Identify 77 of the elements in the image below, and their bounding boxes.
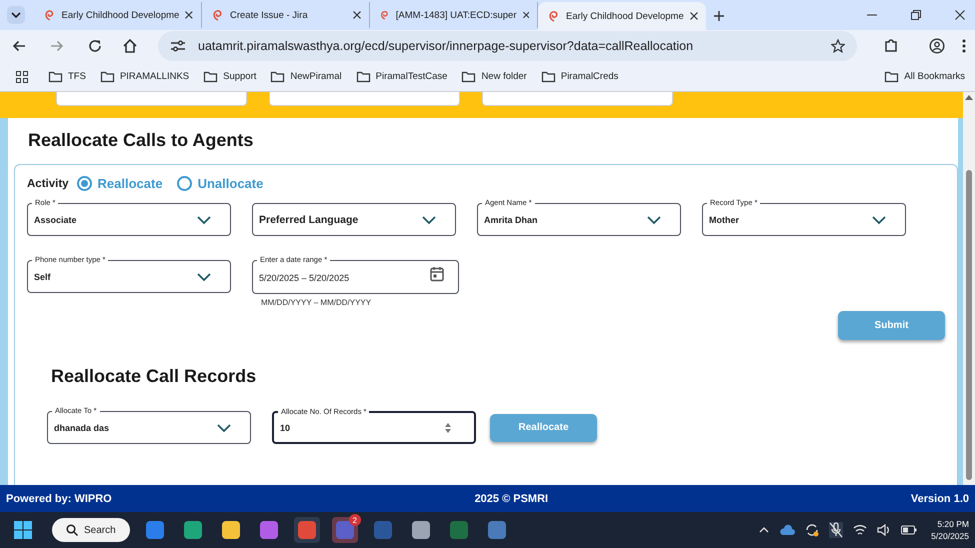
- tab-list-icon[interactable]: [6, 5, 26, 25]
- reload-icon[interactable]: [88, 39, 102, 53]
- extensions-icon[interactable]: [883, 38, 899, 54]
- more-menu-icon[interactable]: [961, 38, 967, 54]
- close-icon[interactable]: [522, 11, 529, 19]
- bookmark-label: PiramalTestCase: [376, 71, 448, 82]
- chevron-down-icon: [871, 214, 887, 226]
- close-icon[interactable]: [185, 11, 193, 19]
- browser-tab[interactable]: Create Issue - Jira: [202, 2, 370, 28]
- address-bar[interactable]: uatamrit.piramalswasthya.org/ecd/supervisor/innerpage-supervisor?data=callReallocation: [158, 31, 857, 61]
- bookmark-label: TFS: [68, 71, 86, 82]
- clock-time: 5:20 PM: [937, 518, 969, 530]
- cloud-icon[interactable]: [779, 524, 796, 536]
- bookmark-label: New folder: [481, 71, 527, 82]
- url-text: uatamrit.piramalswasthya.org/ecd/supervisor/innerpage-supervisor?data=callReallocation: [198, 39, 694, 53]
- bookmark-folder[interactable]: PiramalCreds: [540, 69, 618, 84]
- date-format-hint: MM/DD/YYYY – MM/DD/YYYY: [261, 298, 372, 307]
- chevron-down-icon: [646, 214, 662, 226]
- chevron-down-icon: [216, 422, 232, 434]
- plus-icon[interactable]: [714, 11, 724, 21]
- start-icon[interactable]: [14, 521, 32, 539]
- select-field[interactable]: Preferred Language: [252, 203, 456, 236]
- restore-icon[interactable]: [911, 10, 921, 20]
- wifi-icon[interactable]: [853, 524, 868, 536]
- microphone-muted-icon[interactable]: [829, 522, 844, 538]
- search-icon: [66, 524, 78, 536]
- battery-icon[interactable]: [901, 525, 918, 535]
- spiral-icon: [212, 9, 224, 21]
- spiral-icon: [548, 10, 560, 22]
- notification-badge: 2: [348, 514, 361, 526]
- bookmark-label: PiramalCreds: [560, 71, 618, 82]
- browser-tab[interactable]: Early Childhood Developme: [34, 2, 202, 28]
- calendar-icon[interactable]: [430, 266, 444, 282]
- version-text: Version 1.0: [910, 492, 969, 504]
- chevron-up-icon[interactable]: [759, 527, 770, 533]
- spiral-icon: [380, 9, 390, 21]
- close-icon[interactable]: [690, 12, 698, 20]
- speaker-icon[interactable]: [877, 524, 892, 536]
- sync-icon[interactable]: [805, 523, 820, 537]
- clock-date: 5/20/2025: [931, 530, 969, 542]
- back-arrow-icon[interactable]: [12, 40, 26, 52]
- tab-title: Early Childhood Developme: [62, 10, 180, 20]
- close-icon[interactable]: [353, 11, 361, 19]
- spiral-icon: [44, 9, 56, 21]
- site-settings-icon[interactable]: [170, 39, 186, 53]
- star-icon[interactable]: [831, 39, 845, 53]
- section-title: Reallocate Call Records: [51, 366, 258, 387]
- home-icon[interactable]: [122, 38, 138, 54]
- browser-tab[interactable]: Early Childhood Developme: [538, 2, 706, 30]
- bookmark-folder[interactable]: PiramalTestCase: [356, 69, 448, 84]
- chevron-down-icon: [196, 270, 212, 282]
- chevron-down-icon: [421, 214, 437, 226]
- page-title: Reallocate Calls to Agents: [28, 130, 254, 151]
- spinner-icon[interactable]: [444, 422, 452, 434]
- copyright-text: 2025 © PSMRI: [474, 492, 548, 504]
- radio-circle[interactable]: [176, 176, 192, 191]
- bookmark-label: Support: [223, 71, 256, 82]
- all-bookmarks-folder[interactable]: All Bookmarks: [884, 69, 965, 84]
- tab-title: Early Childhood Developme: [566, 10, 684, 22]
- profile-icon[interactable]: [929, 38, 945, 54]
- tab-title: Create Issue - Jira: [230, 10, 309, 20]
- close-icon[interactable]: [955, 10, 965, 20]
- bookmark-folder[interactable]: New folder: [461, 69, 527, 84]
- bookmark-folder[interactable]: PIRAMALLINKS: [100, 69, 190, 84]
- apps-grid-icon[interactable]: [16, 70, 28, 82]
- chevron-down-icon: [196, 214, 212, 226]
- radio-circle[interactable]: [76, 176, 92, 191]
- bookmark-label: All Bookmarks: [904, 71, 965, 82]
- taskbar-search[interactable]: Search: [52, 518, 130, 542]
- powered-by-text: Powered by: WIPRO: [6, 492, 112, 504]
- activity-label: Activity: [27, 178, 69, 190]
- bookmark-label: PIRAMALLINKS: [120, 71, 190, 82]
- tab-title: [AMM-1483] UAT:ECD:super: [396, 10, 516, 20]
- bookmark-folder[interactable]: NewPiramal: [270, 69, 342, 84]
- bookmark-folder[interactable]: Support: [203, 69, 256, 84]
- bookmark-label: NewPiramal: [290, 71, 342, 82]
- bookmark-folder[interactable]: TFS: [48, 69, 86, 84]
